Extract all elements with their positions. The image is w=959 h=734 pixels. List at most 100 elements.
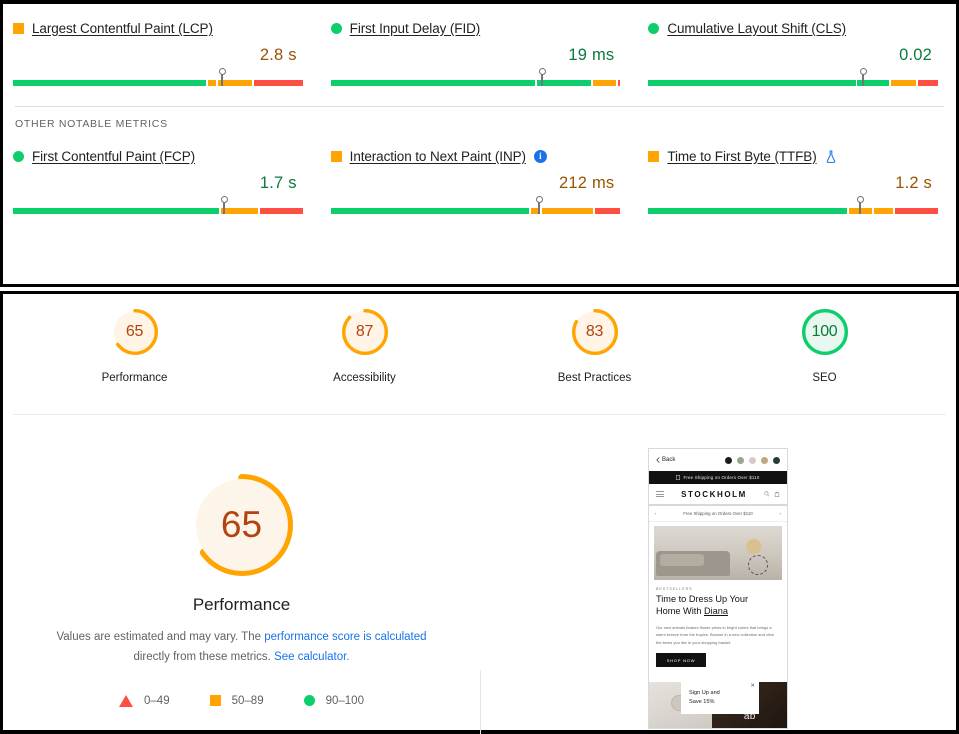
bar-track	[13, 208, 303, 214]
metric-core-0: Largest Contentful Paint (LCP) 2.8 s	[3, 4, 321, 100]
bar-segment-orange	[890, 80, 917, 86]
score-gauge-3[interactable]: 100 SEO	[770, 308, 880, 384]
bag-icon[interactable]	[774, 491, 780, 497]
metric-status-dot	[13, 150, 24, 162]
bar-segment-green	[648, 208, 848, 214]
metric-value: 0.02	[899, 46, 933, 64]
headline-line-2-pre: Home With	[656, 605, 704, 616]
see-calculator-link[interactable]: See calculator.	[274, 651, 349, 663]
chevron-left-icon	[656, 457, 660, 463]
carousel-next-icon[interactable]: ›	[780, 511, 781, 516]
gauge-label: SEO	[812, 372, 837, 384]
back-icon[interactable]: Back	[656, 457, 675, 463]
metric-value: 212 ms	[559, 174, 615, 192]
core-metrics-row: Largest Contentful Paint (LCP) 2.8 s First…	[3, 4, 956, 100]
score-gauge-2[interactable]: 83 Best Practices	[540, 308, 650, 384]
performance-gauge[interactable]: 65	[190, 473, 294, 577]
color-swatch-2[interactable]	[749, 456, 756, 464]
category-gauges: 65 Performance 87 Accessibility 83 Best Pract…	[3, 294, 956, 384]
shop-now-button[interactable]: SHOP NOW	[656, 653, 706, 668]
score-legend: 0–49 50–89 90–100	[3, 694, 480, 707]
metric-distribution-bar	[330, 196, 621, 218]
bar-segment-red	[594, 208, 621, 214]
legend-item-0: 0–49	[119, 694, 170, 707]
hero-cushion-shape	[660, 554, 704, 566]
vertical-divider	[480, 670, 481, 734]
metric-status-square	[13, 22, 24, 34]
popup-close-icon[interactable]: ✕	[750, 683, 755, 689]
legend-range: 0–49	[144, 694, 170, 707]
metric-distribution-bar	[648, 68, 938, 90]
gauge-score-value: 83	[585, 323, 604, 340]
metric-status-square	[648, 150, 660, 162]
signup-popup[interactable]: ✕ Sign Up and Save 15%	[681, 681, 759, 714]
performance-detail: 65 Performance Values are estimated and …	[3, 415, 956, 734]
metric-header: First Input Delay (FID)	[330, 18, 621, 38]
metric-title-link[interactable]: First Input Delay (FID)	[350, 21, 481, 36]
metric-title-link[interactable]: First Contentful Paint (FCP)	[32, 149, 195, 164]
legend-circle-icon	[303, 695, 315, 707]
bar-segment-red	[259, 208, 303, 214]
score-gauge-0[interactable]: 65 Performance	[80, 308, 190, 384]
bar-needle	[536, 196, 544, 214]
metric-title-link[interactable]: Cumulative Layout Shift (CLS)	[667, 21, 846, 36]
page-screenshot-thumbnail[interactable]: Back Free Shipping on Orders Over $110 S…	[648, 448, 788, 729]
bar-segment-orange	[218, 80, 253, 86]
gauge-score-value: 87	[355, 323, 374, 340]
bar-needle	[221, 196, 229, 214]
metric-other-2: Time to First Byte (TTFB) 1.2 s	[638, 132, 956, 228]
article-eyebrow: BESTSELLERS	[656, 587, 693, 591]
performance-score-link[interactable]: performance score is calculated	[264, 631, 426, 643]
description-text-1: Values are estimated and may vary. The	[56, 631, 265, 643]
metric-core-1: First Input Delay (FID) 19 ms	[321, 4, 639, 100]
promo-banner: Free Shipping on Orders Over $110	[649, 471, 787, 484]
back-label: Back	[662, 457, 676, 463]
popup-line-1: Sign Up and	[689, 690, 720, 697]
article-headline: Time to Dress Up Your Home With Diana	[656, 594, 780, 618]
legend-range: 50–89	[231, 694, 264, 707]
bar-track	[330, 80, 621, 86]
pagespeed-report: Largest Contentful Paint (LCP) 2.8 s First…	[0, 0, 959, 734]
bar-segment-red	[254, 80, 303, 86]
bar-needle	[856, 196, 864, 214]
metric-header: Largest Contentful Paint (LCP)	[13, 18, 303, 38]
metric-distribution-bar	[13, 68, 303, 90]
metric-title-link[interactable]: Interaction to Next Paint (INP)	[350, 149, 526, 164]
headline-line-2-link[interactable]: Diana	[704, 606, 728, 616]
store-header: STOCKHOLM	[649, 484, 787, 506]
info-icon[interactable]: i	[533, 149, 547, 163]
metric-core-2: Cumulative Layout Shift (CLS) 0.02	[638, 4, 956, 100]
hamburger-menu-icon[interactable]	[656, 490, 664, 498]
bar-track	[330, 208, 621, 214]
color-swatch-1[interactable]	[737, 456, 744, 464]
other-metrics-label: OTHER NOTABLE METRICS	[15, 118, 168, 130]
metric-distribution-bar	[13, 196, 303, 218]
metric-header: Interaction to Next Paint (INP) i	[330, 146, 621, 166]
performance-gauge-label: Performance	[192, 595, 291, 614]
color-swatch-3[interactable]	[761, 456, 768, 464]
metric-header: First Contentful Paint (FCP)	[13, 146, 303, 166]
bar-needle	[218, 68, 226, 86]
bar-segment-orange	[220, 208, 258, 214]
score-gauge-1[interactable]: 87 Accessibility	[310, 308, 420, 384]
metric-status-dot	[330, 22, 342, 34]
metric-value: 2.8 s	[259, 46, 297, 64]
color-swatch-4[interactable]	[773, 456, 780, 464]
bar-segment-red	[895, 208, 938, 214]
metric-title-link[interactable]: Time to First Byte (TTFB)	[667, 149, 816, 164]
metric-title-link[interactable]: Largest Contentful Paint (LCP)	[32, 21, 213, 36]
gauge-label: Best Practices	[557, 372, 632, 384]
hero-image	[654, 526, 782, 580]
experimental-flask-icon[interactable]	[825, 149, 837, 163]
performance-score-value: 65	[220, 504, 263, 545]
search-icon[interactable]	[764, 491, 770, 497]
bar-needle	[539, 68, 547, 86]
truck-icon	[676, 475, 681, 480]
bar-track	[648, 80, 938, 86]
bar-segment-orange	[873, 208, 894, 214]
gauge-label: Performance	[101, 372, 168, 384]
metric-distribution-bar	[330, 68, 621, 90]
color-swatches	[725, 456, 780, 464]
gauge-ring: 100	[801, 308, 849, 356]
color-swatch-0[interactable]	[725, 456, 732, 464]
